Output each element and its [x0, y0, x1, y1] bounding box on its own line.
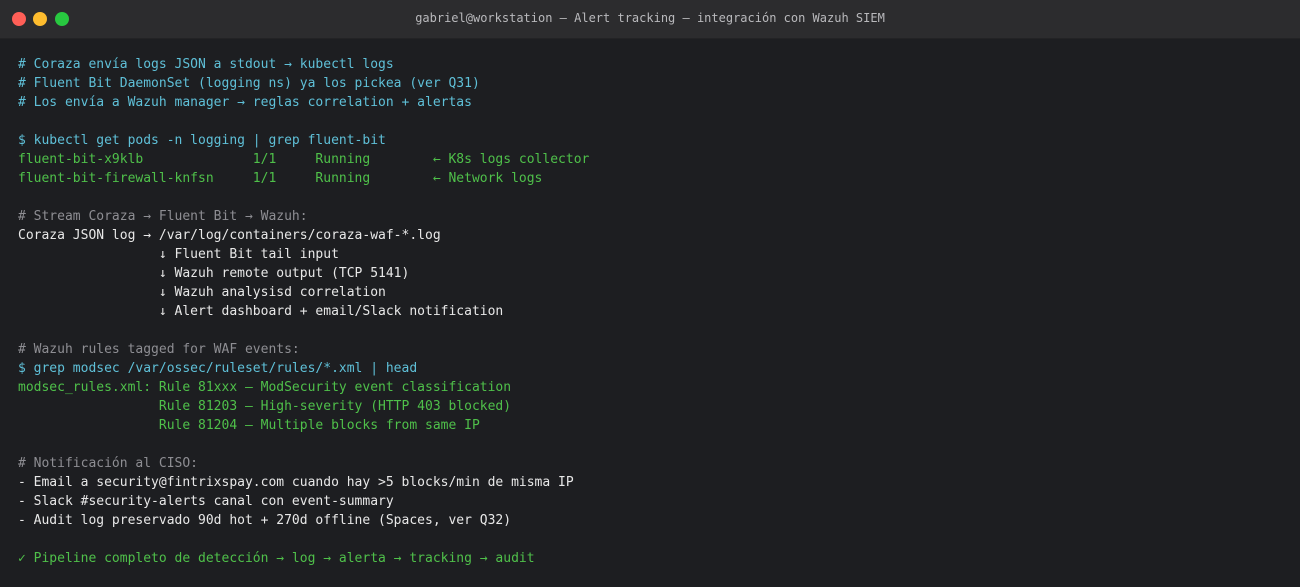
terminal-window: gabriel@workstation — Alert tracking — i… [0, 0, 1300, 587]
terminal-line: # Notificación al CISO: [18, 456, 199, 471]
terminal-line: $ grep modsec /var/ossec/ruleset/rules/*… [18, 361, 418, 376]
terminal-line: ✓ Pipeline completo de detección → log →… [18, 551, 535, 566]
window-title: gabriel@workstation — Alert tracking — i… [415, 11, 885, 25]
terminal-output[interactable]: # Coraza envía logs JSON a stdout → kube… [18, 55, 1290, 568]
terminal-line: # Fluent Bit DaemonSet (logging ns) ya l… [18, 76, 480, 91]
terminal-line: ↓ Wazuh remote output (TCP 5141) [18, 266, 410, 281]
terminal-line: Rule 81204 — Multiple blocks from same I… [18, 418, 480, 433]
terminal-line: ↓ Fluent Bit tail input [18, 247, 339, 262]
terminal-line: - Audit log preservado 90d hot + 270d of… [18, 513, 512, 528]
terminal-line: # Los envía a Wazuh manager → reglas cor… [18, 95, 472, 110]
terminal-line: ↓ Wazuh analysisd correlation [18, 285, 386, 300]
terminal-line: ↓ Alert dashboard + email/Slack notifica… [18, 304, 504, 319]
terminal-line: $ kubectl get pods -n logging | grep flu… [18, 133, 386, 148]
terminal-line: Coraza JSON log → /var/log/containers/co… [18, 228, 441, 243]
terminal-line: - Email a security@fintrixspay.com cuand… [18, 475, 574, 490]
terminal-line: fluent-bit-firewall-knfsn 1/1 Running ← … [18, 171, 543, 186]
terminal-line: # Wazuh rules tagged for WAF events: [18, 342, 300, 357]
terminal-line: # Stream Coraza → Fluent Bit → Wazuh: [18, 209, 308, 224]
terminal-line: fluent-bit-x9klb 1/1 Running ← K8s logs … [18, 152, 590, 167]
terminal-line: - Slack #security-alerts canal con event… [18, 494, 394, 509]
terminal-line: modsec_rules.xml: Rule 81xxx — ModSecuri… [18, 380, 512, 395]
title-bar: gabriel@workstation — Alert tracking — i… [0, 0, 1300, 39]
terminal-line: Rule 81203 — High-severity (HTTP 403 blo… [18, 399, 512, 414]
terminal-line: # Coraza envía logs JSON a stdout → kube… [18, 57, 394, 72]
